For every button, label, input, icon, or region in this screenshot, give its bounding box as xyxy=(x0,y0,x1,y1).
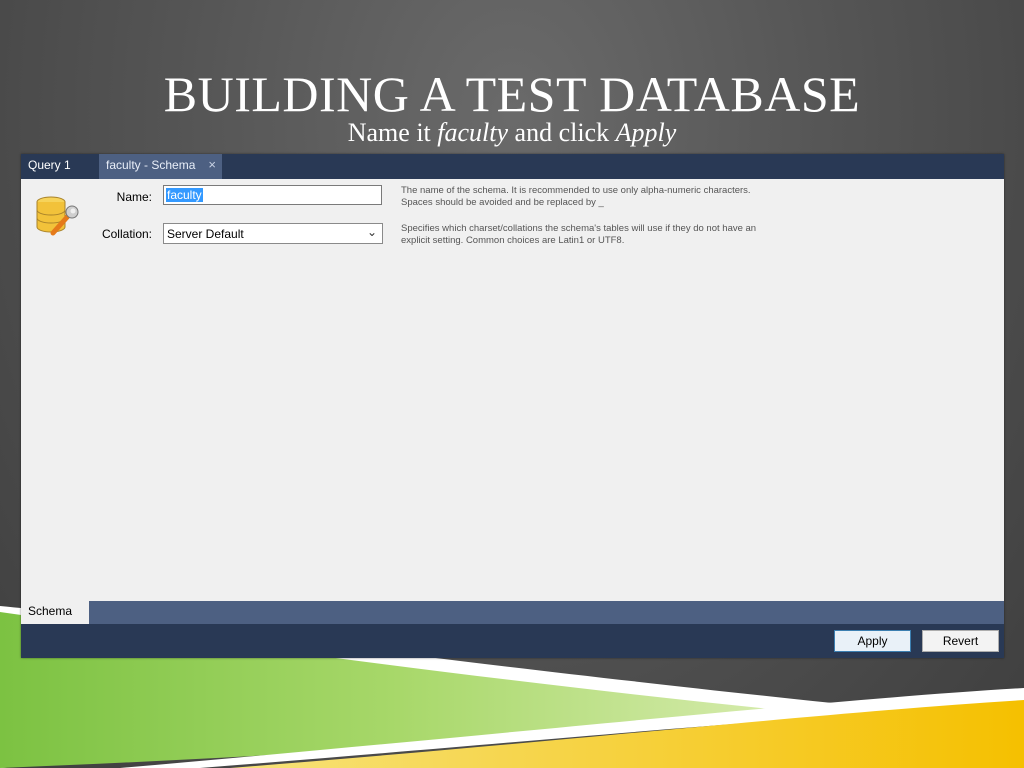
tab-query-1[interactable]: Query 1 xyxy=(21,154,99,179)
chevron-down-icon: ⌄ xyxy=(366,225,377,239)
collation-label: Collation: xyxy=(101,227,152,241)
subtitle-middle: and click xyxy=(508,118,616,147)
slide-subtitle: Name it faculty and click Apply xyxy=(0,117,1024,149)
name-value: faculty xyxy=(166,188,203,202)
editor-tab-bar: Query 1 faculty - Schema × xyxy=(21,154,1004,179)
workbench-window: Query 1 faculty - Schema × Name: faculty… xyxy=(21,154,1004,658)
name-help-text: The name of the schema. It is recommende… xyxy=(401,185,751,208)
name-label: Name: xyxy=(116,190,152,204)
tab-label: Query 1 xyxy=(28,158,71,172)
apply-button[interactable]: Apply xyxy=(834,630,911,652)
subtitle-action: Apply xyxy=(615,118,677,147)
subtitle-prefix: Name it xyxy=(347,118,438,147)
bottom-tab-bar: Schema xyxy=(21,601,1004,624)
collation-help-text: Specifies which charset/collations the s… xyxy=(401,223,757,246)
tab-schema[interactable]: Schema xyxy=(21,601,89,624)
revert-button[interactable]: Revert xyxy=(922,630,999,652)
close-icon[interactable]: × xyxy=(208,154,216,176)
subtitle-name: faculty xyxy=(437,118,509,147)
action-footer: Apply Revert xyxy=(21,624,1004,658)
collation-value: Server Default xyxy=(167,227,244,241)
slide-title: BUILDING A TEST DATABASE xyxy=(163,66,861,122)
tab-label: faculty - Schema xyxy=(106,158,196,172)
schema-name-input[interactable]: faculty xyxy=(163,185,382,205)
schema-editor: Name: faculty The name of the schema. It… xyxy=(21,179,1004,601)
tab-faculty-schema[interactable]: faculty - Schema × xyxy=(99,154,222,179)
collation-select[interactable]: Server Default ⌄ xyxy=(163,223,383,244)
